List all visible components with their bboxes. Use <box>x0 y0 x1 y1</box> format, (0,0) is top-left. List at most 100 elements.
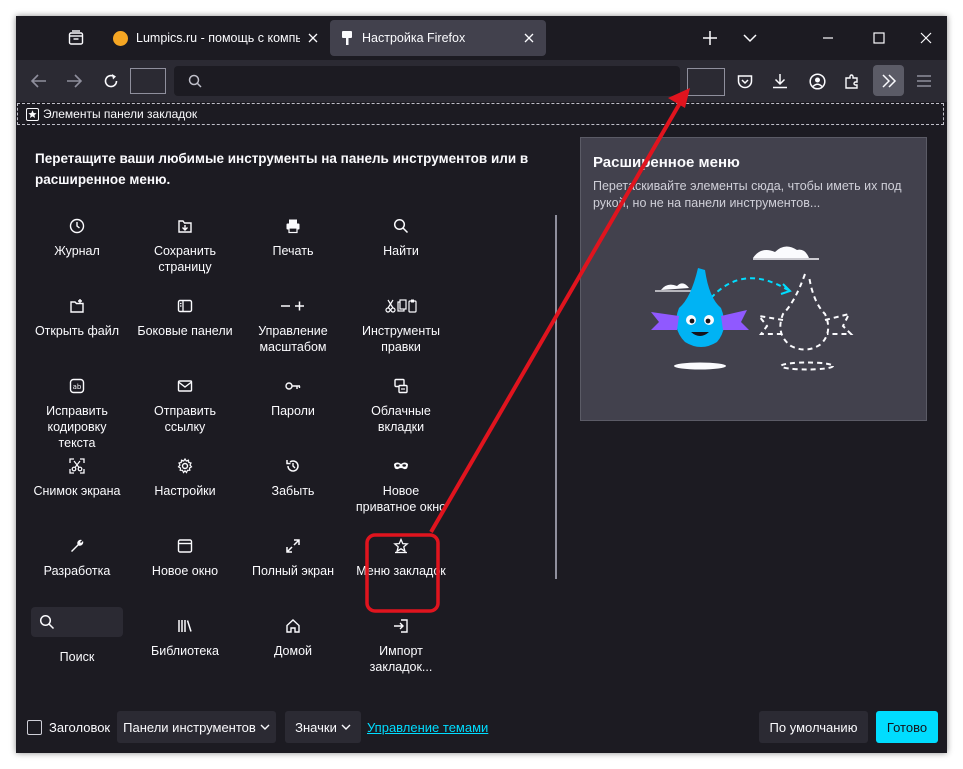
palette-item-label: Инструменты правки <box>362 324 440 354</box>
palette-item[interactable]: Поиск <box>23 607 131 665</box>
import-icon <box>393 615 409 637</box>
palette-item-label: Печать <box>272 244 314 258</box>
private-mask-icon <box>393 455 409 477</box>
open-file-icon <box>69 295 85 317</box>
spacer-placeholder[interactable] <box>687 68 725 96</box>
palette-item-label: Пароли <box>271 404 315 418</box>
new-tab-button[interactable] <box>698 26 722 50</box>
screenshot-icon <box>69 455 85 477</box>
firefox-view-button[interactable] <box>64 26 88 50</box>
download-icon <box>773 74 787 89</box>
palette-item-label: Настройки <box>154 484 216 498</box>
app-menu-button[interactable] <box>911 68 937 94</box>
palette-item[interactable]: Управление масштабом <box>239 295 347 355</box>
chevron-down-icon <box>260 724 270 730</box>
synced-tabs-icon <box>393 375 409 397</box>
customize-instructions: Перетащите ваши любимые инструменты на п… <box>35 151 529 187</box>
arrow-left-icon <box>31 74 46 88</box>
hamburger-icon <box>917 75 931 87</box>
firefox-view-icon <box>68 30 84 45</box>
close-tab-icon[interactable] <box>304 29 322 47</box>
titlebar-checkbox[interactable] <box>27 720 42 735</box>
palette-item[interactable]: Снимок экрана <box>23 455 131 499</box>
sidebar-icon <box>177 295 193 317</box>
palette-item-label: Исправить кодировку текста <box>46 404 108 450</box>
density-dropdown-label: Значки <box>295 719 337 735</box>
palette-item[interactable]: Сохранить страницу <box>131 215 239 275</box>
close-window-button[interactable] <box>914 26 938 50</box>
palette-item[interactable]: Домой <box>239 615 347 659</box>
palette-item-label: Управление масштабом <box>258 324 328 354</box>
palette-item[interactable]: Разработка <box>23 535 131 579</box>
pocket-button[interactable] <box>732 68 758 94</box>
svg-text:ab: ab <box>73 383 82 391</box>
palette-item[interactable]: Настройки <box>131 455 239 499</box>
palette-item-label: Поиск <box>59 650 95 664</box>
home-icon <box>285 615 301 637</box>
close-tab-icon[interactable] <box>520 29 538 47</box>
palette-item[interactable]: Меню закладок <box>347 535 455 579</box>
maximize-button[interactable] <box>867 26 891 50</box>
search-icon <box>188 74 202 88</box>
palette-item[interactable]: Новое приватное окно <box>347 455 455 515</box>
palette-item-label: Домой <box>273 644 313 658</box>
palette-divider <box>555 215 557 579</box>
restore-defaults-button[interactable]: По умолчанию <box>759 711 868 743</box>
palette-item-label: Меню закладок <box>356 564 446 578</box>
palette-item[interactable]: Забыть <box>239 455 347 499</box>
edit-tools-icon <box>385 295 417 317</box>
minimize-icon <box>823 37 833 39</box>
back-button[interactable] <box>26 68 52 94</box>
palette-item[interactable]: ab Исправить кодировку текста <box>23 375 131 451</box>
tab-lumpics[interactable]: Lumpics.ru - помощь с компь <box>104 20 320 56</box>
palette-item[interactable]: Облачные вкладки <box>347 375 455 435</box>
palette-item[interactable]: Открыть файл <box>23 295 131 339</box>
toolbars-dropdown[interactable]: Панели инструментов <box>117 711 276 743</box>
manage-themes-link[interactable]: Управление темами <box>367 720 488 735</box>
account-button[interactable] <box>804 68 830 94</box>
done-button[interactable]: Готово <box>876 711 938 743</box>
done-button-label: Готово <box>886 719 928 735</box>
reload-button[interactable] <box>98 68 124 94</box>
zoom-controls-icon <box>281 295 305 317</box>
palette-item[interactable]: Печать <box>239 215 347 259</box>
palette-item[interactable]: Пароли <box>239 375 347 419</box>
maximize-icon <box>873 32 885 44</box>
firefox-window: Lumpics.ru - помощь с компь Настройка Fi… <box>16 16 947 753</box>
bookmarks-toolbar-items[interactable]: Элементы панели закладок <box>43 107 197 121</box>
overflow-menu-button[interactable] <box>873 65 904 96</box>
list-all-tabs-button[interactable] <box>738 26 762 50</box>
bookmark-star-icon <box>26 107 39 121</box>
overflow-panel: Расширенное меню Перетаскивайте элементы… <box>580 137 927 421</box>
palette-item-label: Импорт закладок... <box>369 644 433 674</box>
palette-item[interactable]: Импорт закладок... <box>347 615 455 675</box>
lumpics-favicon-icon <box>113 30 128 46</box>
palette-item[interactable]: Инструменты правки <box>347 295 455 355</box>
address-bar[interactable] <box>174 66 680 96</box>
palette-item[interactable]: Найти <box>347 215 455 259</box>
palette-item[interactable]: Новое окно <box>131 535 239 579</box>
palette-item[interactable]: Библиотека <box>131 615 239 659</box>
palette-item-label: Сохранить страницу <box>153 244 217 274</box>
palette-item-label: Новое окно <box>151 564 219 578</box>
forward-button[interactable] <box>61 68 87 94</box>
bookmark-star-icon <box>393 535 409 557</box>
tab-customize[interactable]: Настройка Firefox <box>330 20 546 56</box>
palette-item-label: Боковые панели <box>137 324 233 338</box>
downloads-button[interactable] <box>767 68 793 94</box>
bookmarks-toolbar: Элементы панели закладок <box>17 103 944 125</box>
key-icon <box>285 375 301 397</box>
palette-item-label: Облачные вкладки <box>371 404 431 434</box>
palette-item[interactable]: Отправить ссылку <box>131 375 239 435</box>
palette-item-label: Снимок экрана <box>33 484 121 498</box>
customize-footer: Заголовок Панели инструментов Значки Упр… <box>16 704 947 753</box>
palette-item-label: Разработка <box>43 564 111 578</box>
palette-item[interactable]: Боковые панели <box>131 295 239 339</box>
fullscreen-icon <box>285 535 301 557</box>
home-button-placeholder[interactable] <box>130 68 166 94</box>
minimize-button[interactable] <box>816 26 840 50</box>
palette-item[interactable]: Журнал <box>23 215 131 259</box>
palette-item[interactable]: Полный экран <box>239 535 347 579</box>
density-dropdown[interactable]: Значки <box>285 711 361 743</box>
extensions-button[interactable] <box>839 68 865 94</box>
